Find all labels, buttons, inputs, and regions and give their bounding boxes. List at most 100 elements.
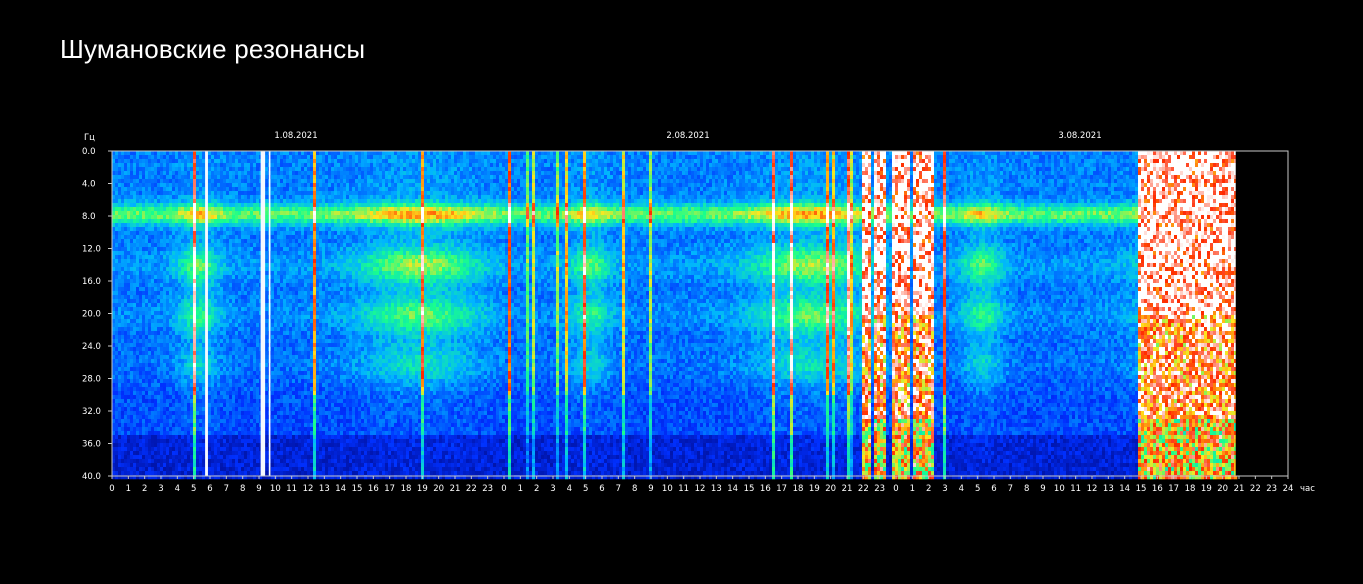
spectrogram-cell [292, 215, 295, 219]
spectrogram-cell [172, 319, 175, 323]
spectrogram-cell [130, 235, 133, 239]
spectrogram-cell [148, 459, 151, 463]
spectrogram-cell [223, 355, 226, 359]
spectrogram-cell [217, 271, 220, 275]
spectrogram-cell [142, 411, 145, 415]
spectrogram-cell [274, 207, 277, 211]
spectrogram-cell [118, 459, 121, 463]
spectrogram-cell [196, 379, 199, 383]
spectrogram-cell [154, 391, 157, 395]
spectrogram-cell [238, 427, 241, 431]
spectrogram-cell [145, 155, 148, 159]
spectrogram-cell [232, 347, 235, 351]
spectrogram-cell [292, 395, 295, 399]
spectrogram-cell [202, 315, 205, 319]
spectrogram-cell [190, 455, 193, 459]
spectrogram-cell [280, 291, 283, 295]
spectrogram-cell [118, 431, 121, 435]
spectrogram-cell [178, 411, 181, 415]
spectrogram-cell [280, 159, 283, 163]
spectrogram-cell [232, 319, 235, 323]
spectrogram-cell [235, 387, 238, 391]
spectrogram-cell [184, 191, 187, 195]
spectrogram-cell [133, 163, 136, 167]
spectrogram-cell [247, 383, 250, 387]
spectrogram-cell [193, 231, 196, 235]
spectrogram-cell [250, 283, 253, 287]
spectrogram-cell [157, 195, 160, 199]
spectrogram-cell [229, 203, 232, 207]
spectrogram-cell [151, 171, 154, 175]
spectrogram-cell [211, 259, 214, 263]
spectrogram-cell [142, 311, 145, 315]
spectrogram-cell [136, 191, 139, 195]
spectrogram-cell [115, 255, 118, 259]
spectrogram-cell [265, 391, 268, 395]
spectrogram-cell [292, 399, 295, 403]
spectrogram-cell [133, 367, 136, 371]
spectrogram-cell [151, 431, 154, 435]
spectrogram-cell [232, 203, 235, 207]
spectrogram-cell [274, 415, 277, 419]
spectrogram-cell [160, 311, 163, 315]
spectrogram-cell [175, 279, 178, 283]
spectrogram-cell [145, 299, 148, 303]
spectrogram-cell [139, 195, 142, 199]
spectrogram-cell [241, 387, 244, 391]
spectrogram-cell [154, 163, 157, 167]
spectrogram-cell [196, 443, 199, 447]
spectrogram-cell [247, 275, 250, 279]
spectrogram-cell [187, 367, 190, 371]
spectrogram-cell [184, 359, 187, 363]
spectrogram-cell [148, 287, 151, 291]
spectrogram-cell [229, 371, 232, 375]
spectrogram-cell [169, 243, 172, 247]
spectrogram-cell [232, 343, 235, 347]
spectrogram-cell [172, 371, 175, 375]
spectrogram-cell [115, 387, 118, 391]
spectrogram-cell [271, 259, 274, 263]
spectrogram-cell [127, 367, 130, 371]
spectrogram-cell [220, 355, 223, 359]
spectrogram-cell [274, 271, 277, 275]
spectrogram-cell [163, 195, 166, 199]
spectrogram-cell [211, 319, 214, 323]
spectrogram-cell [292, 211, 295, 215]
spectrogram-cell [265, 171, 268, 175]
spectrogram-cell [169, 279, 172, 283]
spectrogram-cell [121, 271, 124, 275]
spectrogram-cell [238, 391, 241, 395]
spectrogram-cell [178, 363, 181, 367]
spectrogram-cell [148, 471, 151, 475]
spectrogram-cell [253, 303, 256, 307]
spectrogram-cell [280, 407, 283, 411]
spectrogram-cell [193, 307, 196, 311]
spectrogram-cell [124, 223, 127, 227]
spectrogram-cell [154, 159, 157, 163]
spectrogram-cell [151, 303, 154, 307]
spectrogram-cell [154, 191, 157, 195]
spectrogram-cell [283, 403, 286, 407]
spectrogram-cell [124, 259, 127, 263]
spectrogram-cell [271, 303, 274, 307]
spectrogram-cell [163, 219, 166, 223]
spectrogram-cell [214, 363, 217, 367]
spectrogram-cell [130, 459, 133, 463]
spectrogram-cell [247, 359, 250, 363]
spectrogram-cell [229, 207, 232, 211]
spectrogram-cell [250, 263, 253, 267]
spectrogram-cell [283, 271, 286, 275]
spectrogram-cell [124, 155, 127, 159]
spectrogram-cell [127, 239, 130, 243]
spectrogram-cell [181, 271, 184, 275]
spectrogram-cell [247, 355, 250, 359]
spectrogram-cell [196, 259, 199, 263]
spectrogram-cell [184, 463, 187, 467]
spectrogram-cell [124, 175, 127, 179]
spectrogram-cell [202, 451, 205, 455]
spectrogram-cell [130, 359, 133, 363]
spectrogram-cell [241, 267, 244, 271]
spectrogram-cell [271, 263, 274, 267]
spectrogram-cell [145, 351, 148, 355]
spectrogram-cell [250, 271, 253, 275]
